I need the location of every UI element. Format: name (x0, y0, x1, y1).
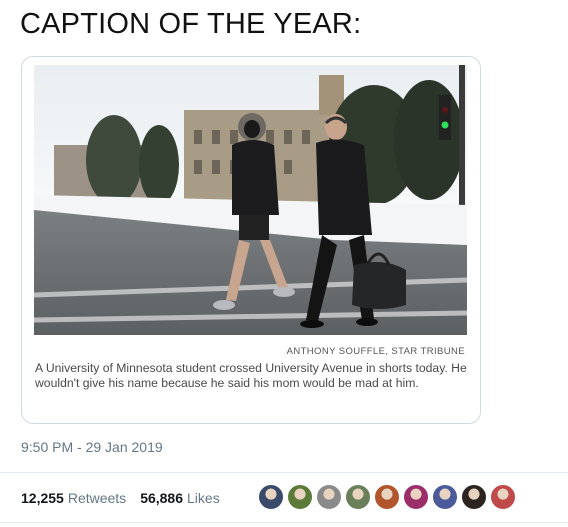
avatar-9[interactable] (490, 484, 516, 510)
avatar-2[interactable] (287, 484, 313, 510)
photo-credit: ANTHONY SOUFFLE, STAR TRIBUNE (286, 346, 465, 357)
likes-count: 56,886 (140, 490, 184, 506)
tweet-timestamp[interactable]: 9:50 PM - 29 Jan 2019 (21, 439, 163, 455)
avatar-6[interactable] (403, 484, 429, 510)
avatar-3[interactable] (316, 484, 342, 510)
avatar-8[interactable] (461, 484, 487, 510)
divider (0, 472, 568, 473)
retweets-label: Retweets (67, 490, 127, 506)
avatar-4[interactable] (345, 484, 371, 510)
media-card[interactable]: ANTHONY SOUFFLE, STAR TRIBUNE A Universi… (21, 56, 481, 424)
retweets-count: 12,255 (21, 490, 64, 506)
avatar-1[interactable] (258, 484, 284, 510)
headline: CAPTION OF THE YEAR: (20, 8, 362, 40)
likes-label: Likes (187, 490, 220, 506)
retweets-stat[interactable]: 12,255 Retweets (21, 490, 126, 506)
news-photo[interactable] (34, 65, 467, 335)
tweet-stats: 12,255 Retweets 56,886 Likes (21, 490, 220, 506)
liker-avatars (258, 484, 516, 510)
divider (0, 522, 568, 523)
photo-caption: A University of Minnesota student crosse… (35, 361, 467, 390)
likes-stat[interactable]: 56,886 Likes (140, 490, 220, 506)
avatar-7[interactable] (432, 484, 458, 510)
avatar-5[interactable] (374, 484, 400, 510)
